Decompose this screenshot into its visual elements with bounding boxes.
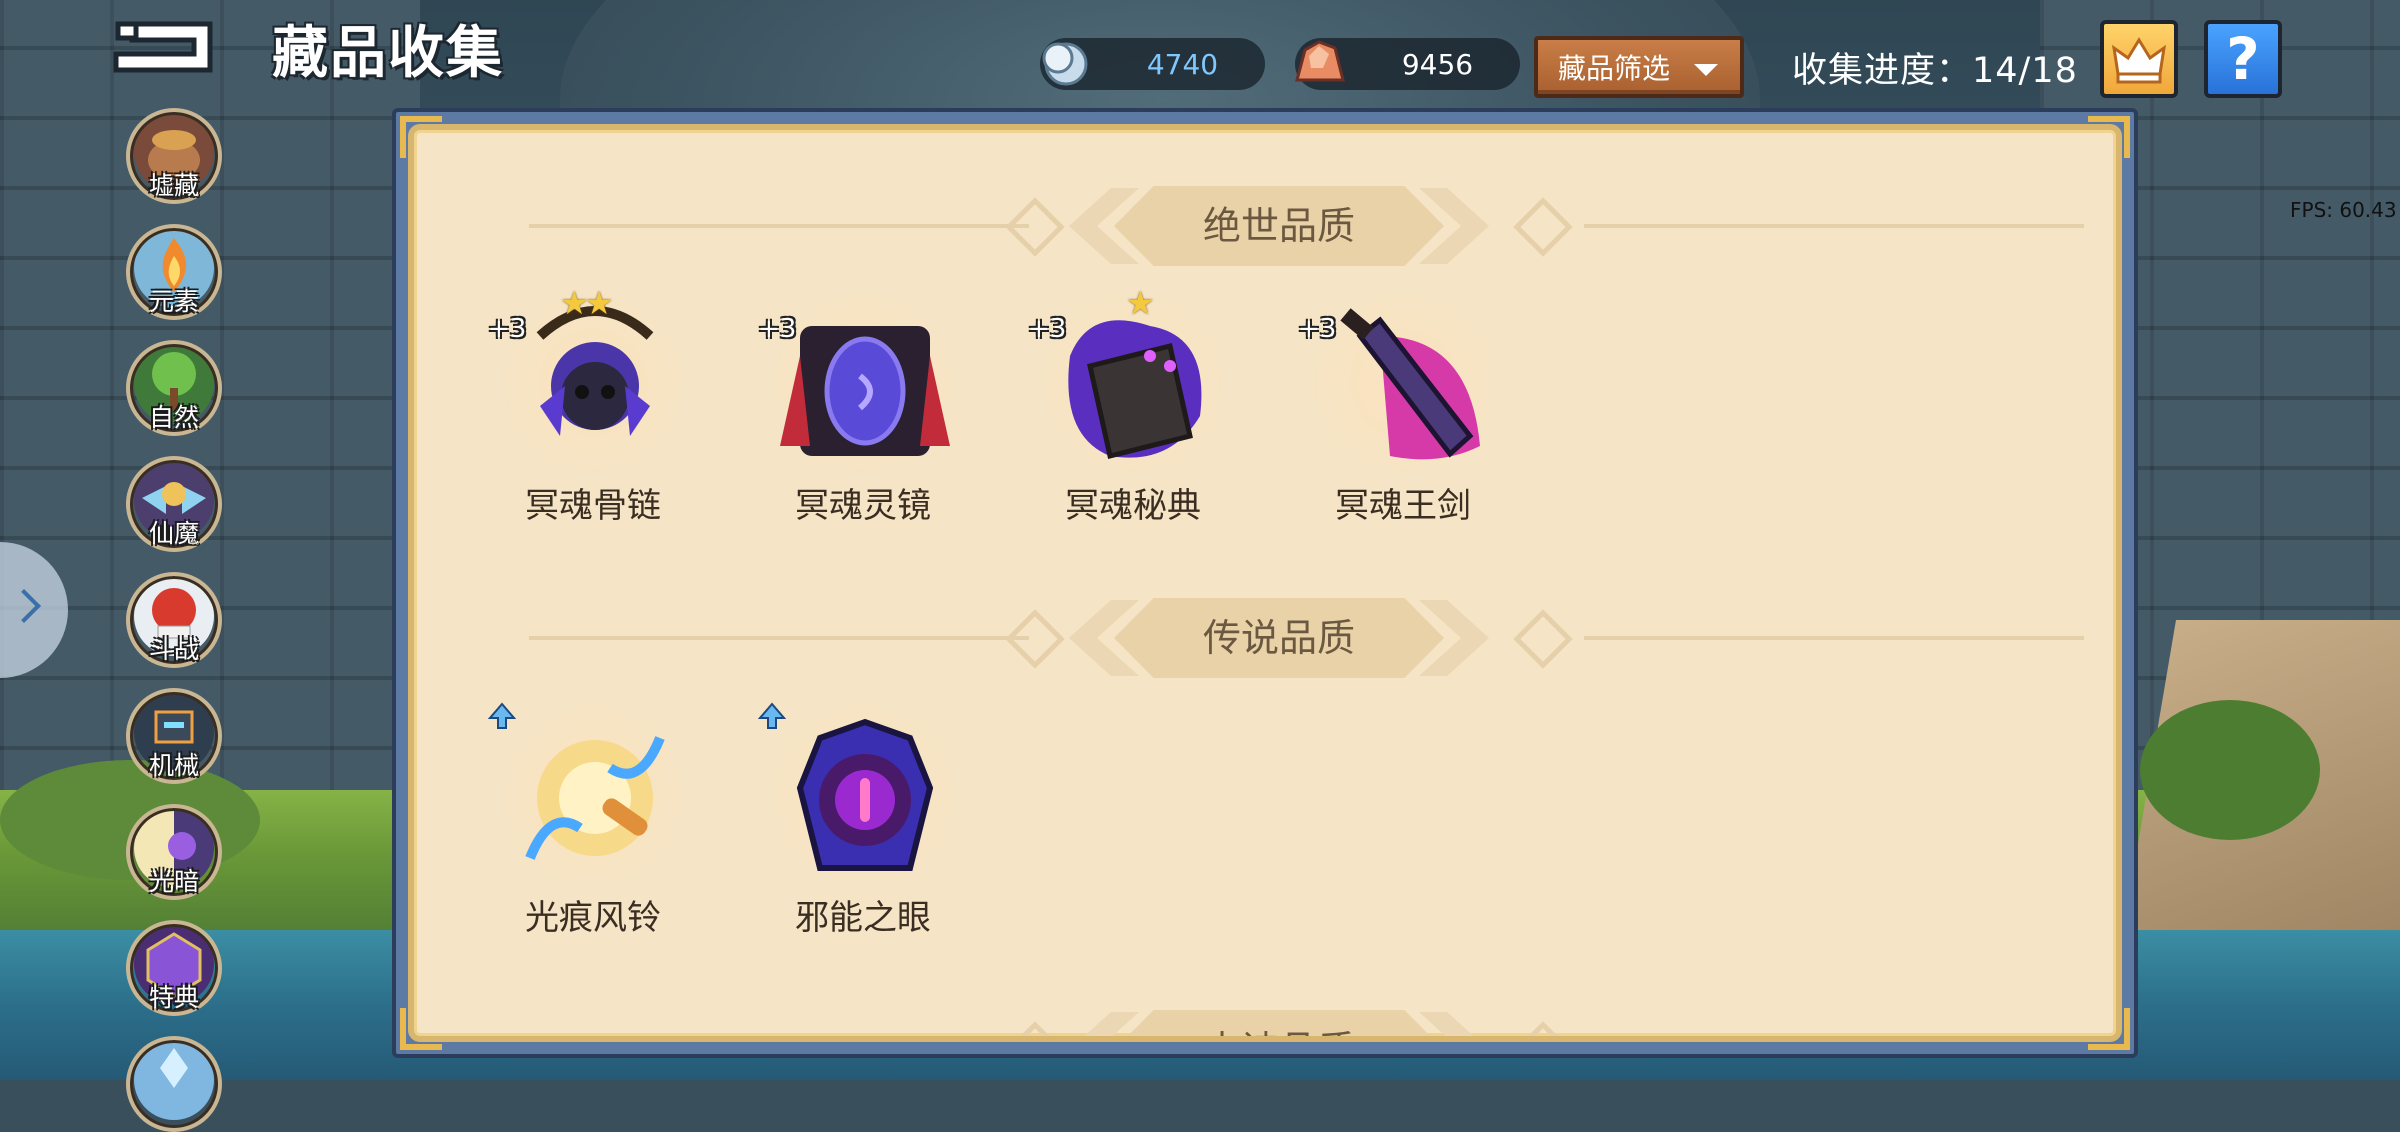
category-special[interactable]: 特典 [126,920,222,1016]
collection-item[interactable]: +3 冥魂王剑 [1298,290,1508,540]
enhance-level: +3 [488,314,527,344]
king-sword-icon [1340,308,1480,460]
star-rating: ★ [1126,284,1155,322]
collection-item[interactable]: +3 冥魂灵镜 [758,290,968,540]
category-immortal-demon[interactable]: 仙魔 [126,456,222,552]
secret-tome-icon [1068,320,1202,460]
item-name: 冥魂灵镜 [795,486,931,526]
collection-filter-dropdown[interactable]: 藏品筛选 [1534,36,1744,98]
category-ruins[interactable]: 墟藏 [126,108,222,204]
item-name: 邪能之眼 [795,898,931,938]
silver-coin-icon [1042,42,1088,86]
category-label: 特典 [148,983,199,1012]
enhance-level: +3 [1028,314,1067,344]
category-label: 斗战 [148,635,199,664]
page-title: 藏品收集 [272,21,504,86]
section-header-peerless: 绝世品质 [414,186,2116,266]
crown-button[interactable] [2100,20,2178,98]
item-name: 光痕风铃 [525,898,661,938]
section-title: 传说品质 [1202,616,1355,660]
evil-eye-icon [796,718,934,871]
question-icon: ? [2226,25,2260,93]
enhance-level: +3 [758,314,797,344]
fps-counter: FPS: 60.43 [2290,198,2397,222]
ore-amount: 9456 [1401,47,1474,81]
upgrade-arrow-icon [758,702,786,729]
back-arrow-icon [113,21,213,73]
category-mechanical[interactable]: 机械 [126,688,222,784]
category-nature[interactable]: 自然 [126,340,222,436]
silver-amount: 4740 [1146,47,1219,81]
enhance-level: +3 [1298,314,1337,344]
wind-chime-icon [525,736,665,860]
filter-label: 藏品筛选 [1558,52,1671,85]
bone-chain-icon [536,306,654,436]
category-label: 光暗 [148,867,199,896]
collection-list[interactable]: 绝世品质 +3 ★★ 冥魂骨链 +3 冥魂灵镜 +3 ★ 冥魂秘典 +3 冥魂王… [408,124,2122,1042]
category-label: 墟藏 [148,171,199,200]
spirit-mirror-icon [780,326,950,456]
chevron-down-icon [1694,64,1718,76]
silver-currency: 4740 [1040,38,1265,90]
star-rating: ★★ [560,284,613,322]
collection-item[interactable]: 光痕风铃 [488,702,698,952]
section-header-epic: 史诗品质 [414,1010,2116,1036]
category-element[interactable]: 元素 [126,224,222,320]
category-label: 元素 [148,287,199,316]
category-label: 自然 [148,403,199,432]
collection-progress: 收集进度：14/18 [1792,51,2078,91]
collection-item[interactable]: 邪能之眼 [758,702,968,952]
back-button[interactable] [110,18,220,76]
collection-panel: 绝世品质 +3 ★★ 冥魂骨链 +3 冥魂灵镜 +3 ★ 冥魂秘典 +3 冥魂王… [392,108,2138,1058]
item-name: 冥魂王剑 [1335,486,1471,526]
crown-icon [2111,37,2167,84]
category-battle[interactable]: 斗战 [126,572,222,668]
collection-item[interactable]: +3 ★ 冥魂秘典 [1028,284,1238,540]
category-label: 仙魔 [148,519,199,548]
category-label: 机械 [148,751,199,780]
item-name: 冥魂骨链 [525,486,661,526]
collection-item[interactable]: +3 ★★ 冥魂骨链 [488,284,698,540]
section-title: 史诗品质 [1114,1010,1444,1036]
upgrade-arrow-icon [488,702,516,729]
ore-gem-icon [1295,40,1345,82]
ore-currency: 9456 [1295,38,1520,90]
chevron-right-icon [7,589,41,623]
category-more[interactable] [126,1036,222,1132]
help-button[interactable]: ? [2204,20,2282,98]
item-name: 冥魂秘典 [1065,486,1201,526]
section-header-legendary: 传说品质 [414,598,2116,678]
category-light-dark[interactable]: 光暗 [94,800,234,904]
section-title: 绝世品质 [1202,204,1355,248]
